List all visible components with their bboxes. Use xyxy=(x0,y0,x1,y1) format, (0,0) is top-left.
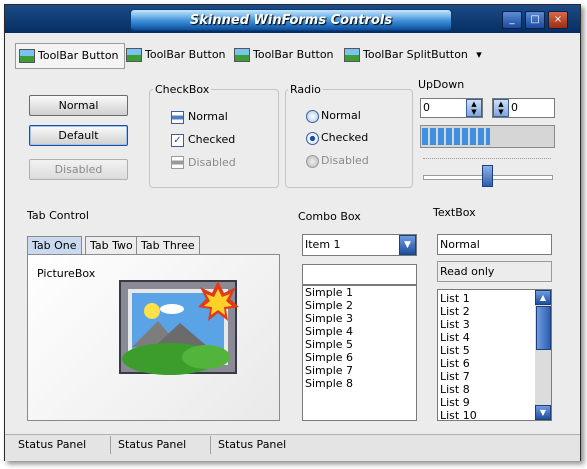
status-panel-1: Status Panel xyxy=(13,436,111,454)
radio-disabled xyxy=(306,155,319,168)
restore-button[interactable]: □ xyxy=(525,11,545,29)
toolbar-button-label: ToolBar Button xyxy=(253,48,334,61)
scroll-up-icon[interactable]: ▲ xyxy=(535,290,551,305)
checkbox-normal[interactable] xyxy=(171,111,184,124)
checkbox-disabled-label: Disabled xyxy=(188,156,236,169)
list-item[interactable]: Simple 6 xyxy=(303,351,416,364)
list-item[interactable]: Simple 3 xyxy=(303,312,416,325)
textbox-readonly-value: Read only xyxy=(440,265,495,278)
default-button[interactable]: Default xyxy=(29,125,128,146)
picture-icon xyxy=(118,277,239,375)
toolbar-button-1[interactable]: ToolBar Button xyxy=(15,43,125,69)
status-panel-3: Status Panel xyxy=(218,438,287,451)
list-item[interactable]: List 9 xyxy=(438,396,534,409)
title-bar[interactable]: Skinned WinForms Controls _ □ × xyxy=(5,5,580,33)
updown-input-1[interactable]: 0 ▲ ▼ xyxy=(420,98,483,118)
toolbar-button-label: ToolBar Button xyxy=(38,49,119,62)
scroll-down-icon[interactable]: ▼ xyxy=(535,405,551,420)
checkbox-checked[interactable]: ✓ xyxy=(171,134,184,147)
tab-page: PictureBox xyxy=(27,254,280,421)
updown-spinner-icon[interactable]: ▲ ▼ xyxy=(493,99,509,117)
radio-group-title: Radio xyxy=(288,83,323,96)
toolbar-button-2[interactable]: ToolBar Button xyxy=(123,43,241,67)
progress-fill xyxy=(422,128,490,145)
list-item[interactable]: List 10 xyxy=(438,409,534,422)
list-item[interactable]: Simple 2 xyxy=(303,299,416,312)
combo-box[interactable]: Item 1 ▼ xyxy=(302,234,417,256)
toolbar-button-3[interactable]: ToolBar Button xyxy=(231,43,349,67)
checkbox-disabled xyxy=(171,156,184,169)
radio-normal-label: Normal xyxy=(321,109,361,122)
list-item[interactable]: Simple 8 xyxy=(303,377,416,390)
list-item[interactable]: List 4 xyxy=(438,331,534,344)
list-item[interactable]: Simple 5 xyxy=(303,338,416,351)
checkbox-checked-label: Checked xyxy=(188,133,236,146)
list-item[interactable]: List 3 xyxy=(438,318,534,331)
status-panel-2: Status Panel xyxy=(113,436,211,454)
textbox-normal-value: Normal xyxy=(440,238,480,251)
picture-icon xyxy=(234,48,250,62)
textbox-title: TextBox xyxy=(433,206,476,219)
checkbox-group-title: CheckBox xyxy=(153,83,212,96)
toolbar: ToolBar Button ToolBar Button ToolBar Bu… xyxy=(11,39,574,71)
updown-title: UpDown xyxy=(418,78,465,91)
title-banner: Skinned WinForms Controls xyxy=(130,9,452,31)
main-window: Skinned WinForms Controls _ □ × ToolBar … xyxy=(4,4,581,461)
updown-input-2[interactable]: ▲ ▼ 0 xyxy=(492,98,555,118)
radio-disabled-label: Disabled xyxy=(321,154,369,167)
combo-simple-list[interactable]: Simple 1 Simple 2 Simple 3 Simple 4 Simp… xyxy=(302,285,417,421)
checkbox-normal-label: Normal xyxy=(188,110,228,123)
progress-bar xyxy=(420,125,555,148)
list-item[interactable]: Simple 1 xyxy=(303,286,416,299)
list-item[interactable]: Simple 4 xyxy=(303,325,416,338)
close-button[interactable]: × xyxy=(548,11,568,29)
tab-three[interactable]: Tab Three xyxy=(136,236,200,254)
split-dropdown-arrow[interactable]: ▾ xyxy=(473,43,485,67)
tab-two[interactable]: Tab Two xyxy=(85,236,138,254)
picture-icon xyxy=(19,49,35,63)
tab-one[interactable]: Tab One xyxy=(27,236,82,255)
list-item[interactable]: Simple 7 xyxy=(303,364,416,377)
minimize-button[interactable]: _ xyxy=(502,11,522,29)
combo-title: Combo Box xyxy=(298,210,361,223)
textbox-normal[interactable]: Normal xyxy=(437,234,552,255)
list-item[interactable]: List 6 xyxy=(438,357,534,370)
slider-thumb[interactable] xyxy=(482,165,493,187)
radio-checked-label: Checked xyxy=(321,131,369,144)
list-item[interactable]: List 8 xyxy=(438,383,534,396)
updown-value-1: 0 xyxy=(423,101,430,114)
updown-spinner-icon[interactable]: ▲ ▼ xyxy=(466,99,482,117)
toolbar-button-label: ToolBar SplitButton xyxy=(363,48,468,61)
disabled-button: Disabled xyxy=(29,159,128,180)
textbox-readonly: Read only xyxy=(437,261,552,282)
updown-value-2: 0 xyxy=(511,101,518,114)
toolbar-button-label: ToolBar Button xyxy=(145,48,226,61)
list-item[interactable]: List 7 xyxy=(438,370,534,383)
scrollbar-thumb[interactable] xyxy=(536,306,551,350)
window-title: Skinned WinForms Controls xyxy=(189,13,393,28)
chevron-down-icon[interactable]: ▼ xyxy=(399,235,416,255)
textbox-list[interactable]: List 1 List 2 List 3 List 4 List 5 List … xyxy=(437,289,552,422)
slider-ticks xyxy=(423,158,551,162)
normal-button[interactable]: Normal xyxy=(29,95,128,116)
combo-edit-input[interactable] xyxy=(302,264,417,285)
tab-control-title: Tab Control xyxy=(27,209,89,222)
picture-icon xyxy=(344,48,360,62)
radio-normal[interactable] xyxy=(306,110,319,123)
radio-checked[interactable] xyxy=(306,132,319,145)
list-item[interactable]: List 5 xyxy=(438,344,534,357)
combo-selected: Item 1 xyxy=(305,238,341,251)
toolbar-split-button[interactable]: ToolBar SplitButton xyxy=(341,43,491,67)
picture-icon xyxy=(126,48,142,62)
picturebox-label: PictureBox xyxy=(37,267,96,280)
list-item[interactable]: List 2 xyxy=(438,305,534,318)
vertical-scrollbar[interactable]: ▲ ▼ xyxy=(535,290,551,420)
list-item[interactable]: List 1 xyxy=(438,292,534,305)
